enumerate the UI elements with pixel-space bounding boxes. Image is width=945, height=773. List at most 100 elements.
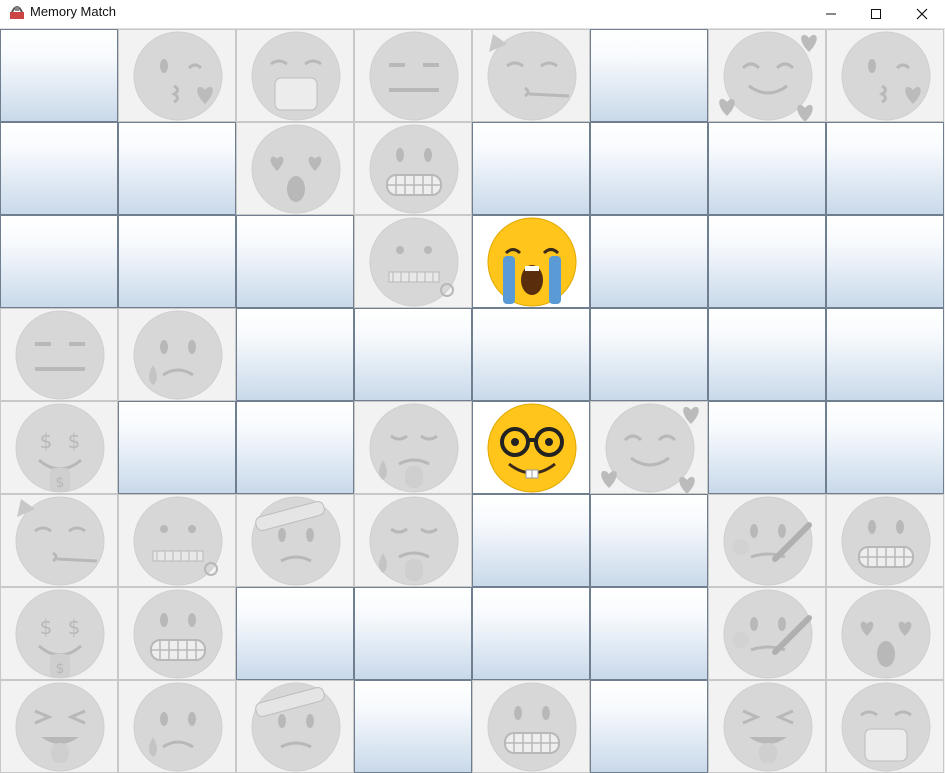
- tile-matched: [354, 401, 472, 494]
- tile-hidden[interactable]: [236, 215, 354, 308]
- tile-hidden[interactable]: [826, 401, 944, 494]
- party-icon: [487, 31, 577, 121]
- tile-matched: [354, 215, 472, 308]
- tile-matched: [118, 680, 236, 773]
- tile-matched: [708, 494, 826, 587]
- tile-hidden[interactable]: [354, 587, 472, 680]
- tile-matched: $ $ $: [0, 401, 118, 494]
- grimace-icon: [487, 682, 577, 772]
- tile-matched: [0, 680, 118, 773]
- thermometer-icon: [723, 496, 813, 586]
- tile-hidden[interactable]: [590, 587, 708, 680]
- tile-hidden[interactable]: [826, 215, 944, 308]
- tile-matched: [118, 308, 236, 401]
- tile-hidden[interactable]: [826, 122, 944, 215]
- bandage-icon: [251, 682, 341, 772]
- tile-matched: [0, 494, 118, 587]
- tile-hidden[interactable]: [708, 122, 826, 215]
- zipper-icon: [369, 217, 459, 307]
- tile-hidden[interactable]: [472, 587, 590, 680]
- memory-board: $ $ $ $ $ $: [0, 29, 945, 773]
- java-app-icon: [10, 6, 24, 19]
- thermometer-icon: [723, 589, 813, 679]
- svg-text:$: $: [40, 615, 53, 639]
- svg-text:$: $: [56, 475, 65, 491]
- money-mouth-icon: $ $ $: [15, 589, 105, 679]
- smile-hearts-icon: [719, 31, 817, 121]
- tile-hidden[interactable]: [118, 122, 236, 215]
- tile-matched: [236, 680, 354, 773]
- drooling-icon: [369, 403, 459, 493]
- sad-tear-icon: [133, 310, 223, 400]
- tile-hidden[interactable]: [590, 494, 708, 587]
- svg-text:$: $: [68, 615, 81, 639]
- tile-hidden[interactable]: [708, 401, 826, 494]
- zipper-icon: [133, 496, 223, 586]
- grimace-icon: [133, 589, 223, 679]
- tile-matched: [590, 401, 708, 494]
- mask-icon: [841, 682, 931, 772]
- kiss-heart-icon: [133, 31, 223, 121]
- tile-hidden[interactable]: [118, 215, 236, 308]
- minimize-button[interactable]: [808, 0, 854, 28]
- squint-tongue-icon: [15, 682, 105, 772]
- tile-hidden[interactable]: [708, 308, 826, 401]
- tile-hidden[interactable]: [236, 308, 354, 401]
- tile-hidden[interactable]: [708, 215, 826, 308]
- tile-hidden[interactable]: [472, 308, 590, 401]
- tile-matched: [354, 494, 472, 587]
- maximize-icon: [871, 9, 881, 19]
- tile-hidden[interactable]: [472, 122, 590, 215]
- close-button[interactable]: [899, 0, 945, 28]
- tile-matched: [236, 494, 354, 587]
- close-icon: [916, 8, 928, 20]
- svg-text:$: $: [40, 429, 53, 453]
- tile-hidden[interactable]: [472, 494, 590, 587]
- loudly-crying-icon: [487, 217, 577, 307]
- tile-hidden[interactable]: [590, 215, 708, 308]
- tile-flipped: [472, 215, 590, 308]
- mask-icon: [251, 31, 341, 121]
- nerd-icon: [487, 403, 577, 493]
- tile-matched: [826, 587, 944, 680]
- money-mouth-icon: $ $ $: [15, 403, 105, 493]
- tile-hidden[interactable]: [0, 29, 118, 122]
- tile-hidden[interactable]: [590, 308, 708, 401]
- neutral-icon: [369, 31, 459, 121]
- tile-hidden[interactable]: [118, 401, 236, 494]
- tile-hidden[interactable]: [590, 122, 708, 215]
- tile-matched: [826, 680, 944, 773]
- tile-matched: [118, 29, 236, 122]
- tile-hidden[interactable]: [0, 215, 118, 308]
- tile-flipped: [472, 401, 590, 494]
- cold-grimace-icon: [369, 124, 459, 214]
- bandage-icon: [251, 496, 341, 586]
- tile-hidden[interactable]: [0, 122, 118, 215]
- tile-matched: [708, 587, 826, 680]
- tile-hidden[interactable]: [354, 680, 472, 773]
- svg-text:$: $: [56, 661, 65, 677]
- title-bar: Memory Match: [0, 0, 945, 29]
- tile-hidden[interactable]: [236, 587, 354, 680]
- maximize-button[interactable]: [853, 0, 899, 28]
- tile-matched: [354, 122, 472, 215]
- cold-grimace-icon: [841, 496, 931, 586]
- tile-matched: [118, 587, 236, 680]
- party-icon: [15, 496, 105, 586]
- tile-matched: $ $ $: [0, 587, 118, 680]
- tile-matched: [118, 494, 236, 587]
- kiss-heart-icon: [841, 31, 931, 121]
- tile-matched: [472, 680, 590, 773]
- star-struck-scream-icon: [251, 124, 341, 214]
- tile-matched: [708, 29, 826, 122]
- tile-matched: [354, 29, 472, 122]
- tile-hidden[interactable]: [590, 29, 708, 122]
- tile-hidden[interactable]: [826, 308, 944, 401]
- tile-hidden[interactable]: [354, 308, 472, 401]
- tile-hidden[interactable]: [590, 680, 708, 773]
- neutral-icon: [15, 310, 105, 400]
- window-title: Memory Match: [30, 4, 116, 19]
- drooling-icon: [369, 496, 459, 586]
- tile-hidden[interactable]: [236, 401, 354, 494]
- tile-matched: [236, 122, 354, 215]
